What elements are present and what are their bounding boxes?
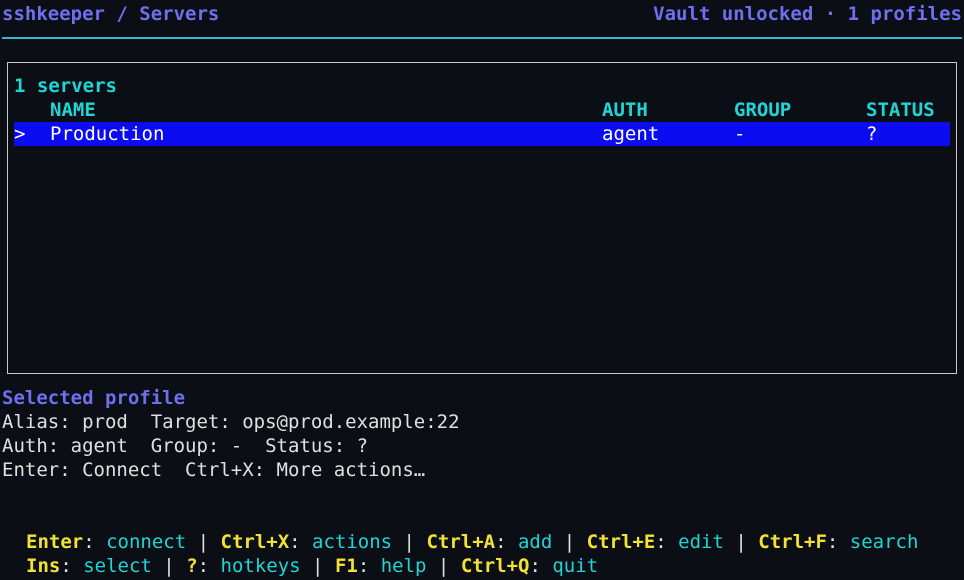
hotkey-f1[interactable]: F1: [335, 555, 358, 577]
details-alias-target: Alias: prod Target: ops@prod.example:22: [2, 411, 460, 433]
hotkey-ctrl-q[interactable]: Ctrl+Q: [461, 555, 530, 577]
hotkey-sep: |: [186, 531, 221, 553]
row-group: -: [734, 123, 746, 145]
header-divider: [2, 37, 962, 39]
hotkey-ctrl-e[interactable]: Ctrl+E: [587, 531, 656, 553]
hotkey-sep: |: [723, 531, 759, 553]
hotkey-ctrl-e-desc: edit: [678, 531, 724, 553]
hotkey-enter-desc: connect: [106, 531, 187, 553]
details-heading: Selected profile: [2, 387, 186, 409]
server-count: 1 servers: [14, 75, 117, 97]
server-list-panel[interactable]: [7, 62, 957, 374]
hotkey-ctrl-x-desc: actions: [312, 531, 393, 553]
hotkey-ctrl-a-desc: add: [517, 531, 553, 553]
hotkey-question-desc: hotkeys: [220, 555, 301, 577]
column-header-status[interactable]: STATUS: [866, 98, 935, 122]
breadcrumb: sshkeeper / Servers: [2, 3, 220, 25]
details-actions-hint: Enter: Connect Ctrl+X: More actions…: [2, 459, 426, 481]
hotkey-enter[interactable]: Enter: [26, 531, 83, 553]
hotkey-question[interactable]: ?: [186, 555, 197, 577]
hotkey-ctrl-a[interactable]: Ctrl+A: [426, 531, 495, 553]
row-status: ?: [866, 123, 878, 145]
hotkey-sep: |: [300, 555, 335, 577]
hotkey-ctrl-x[interactable]: Ctrl+X: [221, 531, 290, 553]
column-header-name[interactable]: NAME: [50, 98, 96, 122]
hotkey-sep: |: [151, 555, 187, 577]
hotkey-ctrl-f-desc: search: [849, 531, 919, 553]
row-auth: agent: [602, 123, 660, 145]
hotkey-f1-desc: help: [380, 555, 427, 577]
hotkey-bar-line2: Ins: select | ?: hotkeys | F1: help | Ct…: [26, 555, 599, 577]
hotkey-sep: |: [552, 531, 587, 553]
hotkey-sep: |: [426, 555, 461, 577]
hotkey-ins-desc: select: [83, 555, 152, 577]
row-name[interactable]: Production: [50, 122, 164, 146]
column-header-group[interactable]: GROUP: [734, 98, 791, 122]
hotkey-ins[interactable]: Ins: [26, 555, 60, 577]
row-cursor: >: [14, 123, 26, 145]
column-header-auth[interactable]: AUTH: [602, 98, 648, 122]
hotkey-sep: |: [392, 531, 427, 553]
hotkey-ctrl-q-desc: quit: [552, 555, 599, 577]
hotkey-ctrl-f[interactable]: Ctrl+F: [758, 531, 827, 553]
hotkey-bar-line1: Enter: connect | Ctrl+X: actions | Ctrl+…: [26, 531, 919, 553]
vault-status: Vault unlocked · 1 profiles: [653, 3, 962, 25]
details-auth-group-status: Auth: agent Group: - Status: ?: [2, 435, 369, 457]
